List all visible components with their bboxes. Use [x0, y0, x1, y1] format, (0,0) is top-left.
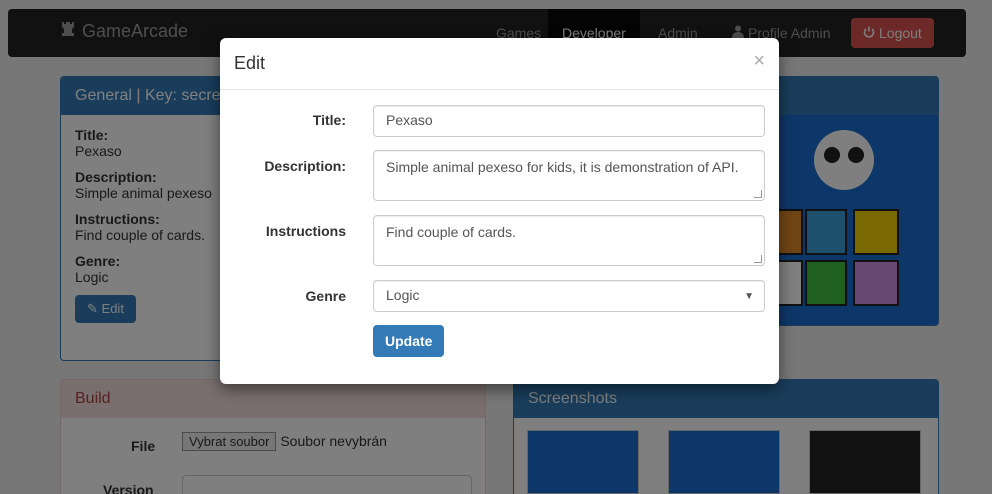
- description-textarea[interactable]: Simple animal pexeso for kids, it is dem…: [373, 150, 765, 201]
- description-text: Simple animal pexeso for kids, it is dem…: [386, 159, 739, 175]
- caret-down-icon: ▼: [744, 291, 754, 302]
- modal-description-label: Description:: [264, 158, 346, 174]
- modal-genre-label: Genre: [305, 288, 346, 304]
- modal-title: Edit: [234, 53, 266, 73]
- genre-select[interactable]: Logic ▼: [373, 280, 765, 312]
- modal-instructions-label: Instructions: [265, 223, 346, 239]
- modal-header: Edit ×: [220, 38, 779, 90]
- resize-handle-icon[interactable]: [754, 190, 762, 198]
- update-button[interactable]: Update: [373, 325, 445, 357]
- close-icon[interactable]: ×: [753, 50, 765, 73]
- resize-handle-icon[interactable]: [754, 255, 762, 263]
- modal-title-label: Title:: [312, 112, 346, 128]
- title-input[interactable]: Pexaso: [373, 105, 765, 137]
- genre-selected-value: Logic: [386, 287, 420, 303]
- instructions-textarea[interactable]: Find couple of cards.: [373, 215, 765, 266]
- instructions-text: Find couple of cards.: [386, 224, 516, 240]
- edit-modal: Edit × Title: Pexaso Description: Simple…: [220, 38, 779, 384]
